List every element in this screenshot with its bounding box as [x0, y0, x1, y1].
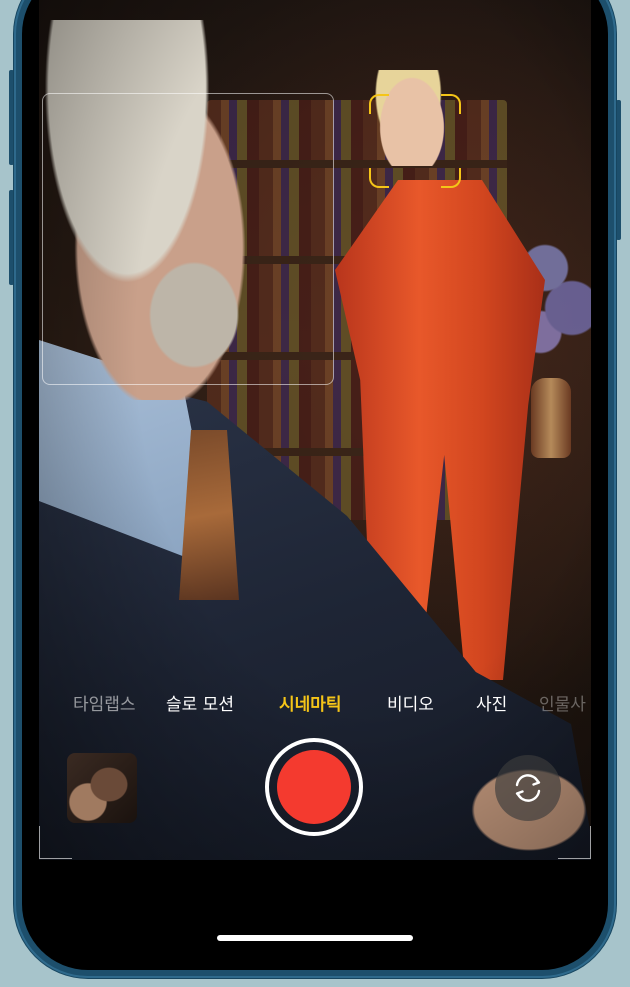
face-detection-box[interactable]: [369, 94, 461, 188]
record-button-core: [277, 750, 351, 824]
face-box-corner: [441, 94, 461, 114]
mode-video[interactable]: 비디오: [387, 690, 434, 715]
mode-timelapse[interactable]: 타임랩스: [73, 690, 136, 715]
mode-photo[interactable]: 사진: [476, 690, 507, 715]
last-capture-thumbnail[interactable]: [67, 753, 137, 823]
flip-camera-icon: [515, 774, 541, 802]
mode-selector[interactable]: 타임랩스 슬로 모션 시네마틱 비디오 사진 인물사: [39, 688, 591, 716]
frame-corner-left: [39, 826, 72, 859]
mode-portrait[interactable]: 인물사: [539, 690, 586, 715]
mode-slow-motion[interactable]: 슬로 모션: [166, 690, 234, 715]
viewfinder[interactable]: [39, 0, 591, 860]
face-box-corner: [369, 94, 389, 114]
focus-tracking-box[interactable]: [42, 93, 334, 385]
face-box-corner: [441, 168, 461, 188]
frame-corner-right: [558, 826, 591, 859]
camera-screen: 타임랩스 슬로 모션 시네마틱 비디오 사진 인물사: [39, 0, 591, 948]
record-button[interactable]: [265, 738, 363, 836]
home-indicator[interactable]: [217, 935, 413, 941]
mode-cinematic[interactable]: 시네마틱: [279, 690, 342, 715]
power-button: [616, 100, 621, 240]
face-box-corner: [369, 168, 389, 188]
flip-camera-button[interactable]: [495, 755, 561, 821]
